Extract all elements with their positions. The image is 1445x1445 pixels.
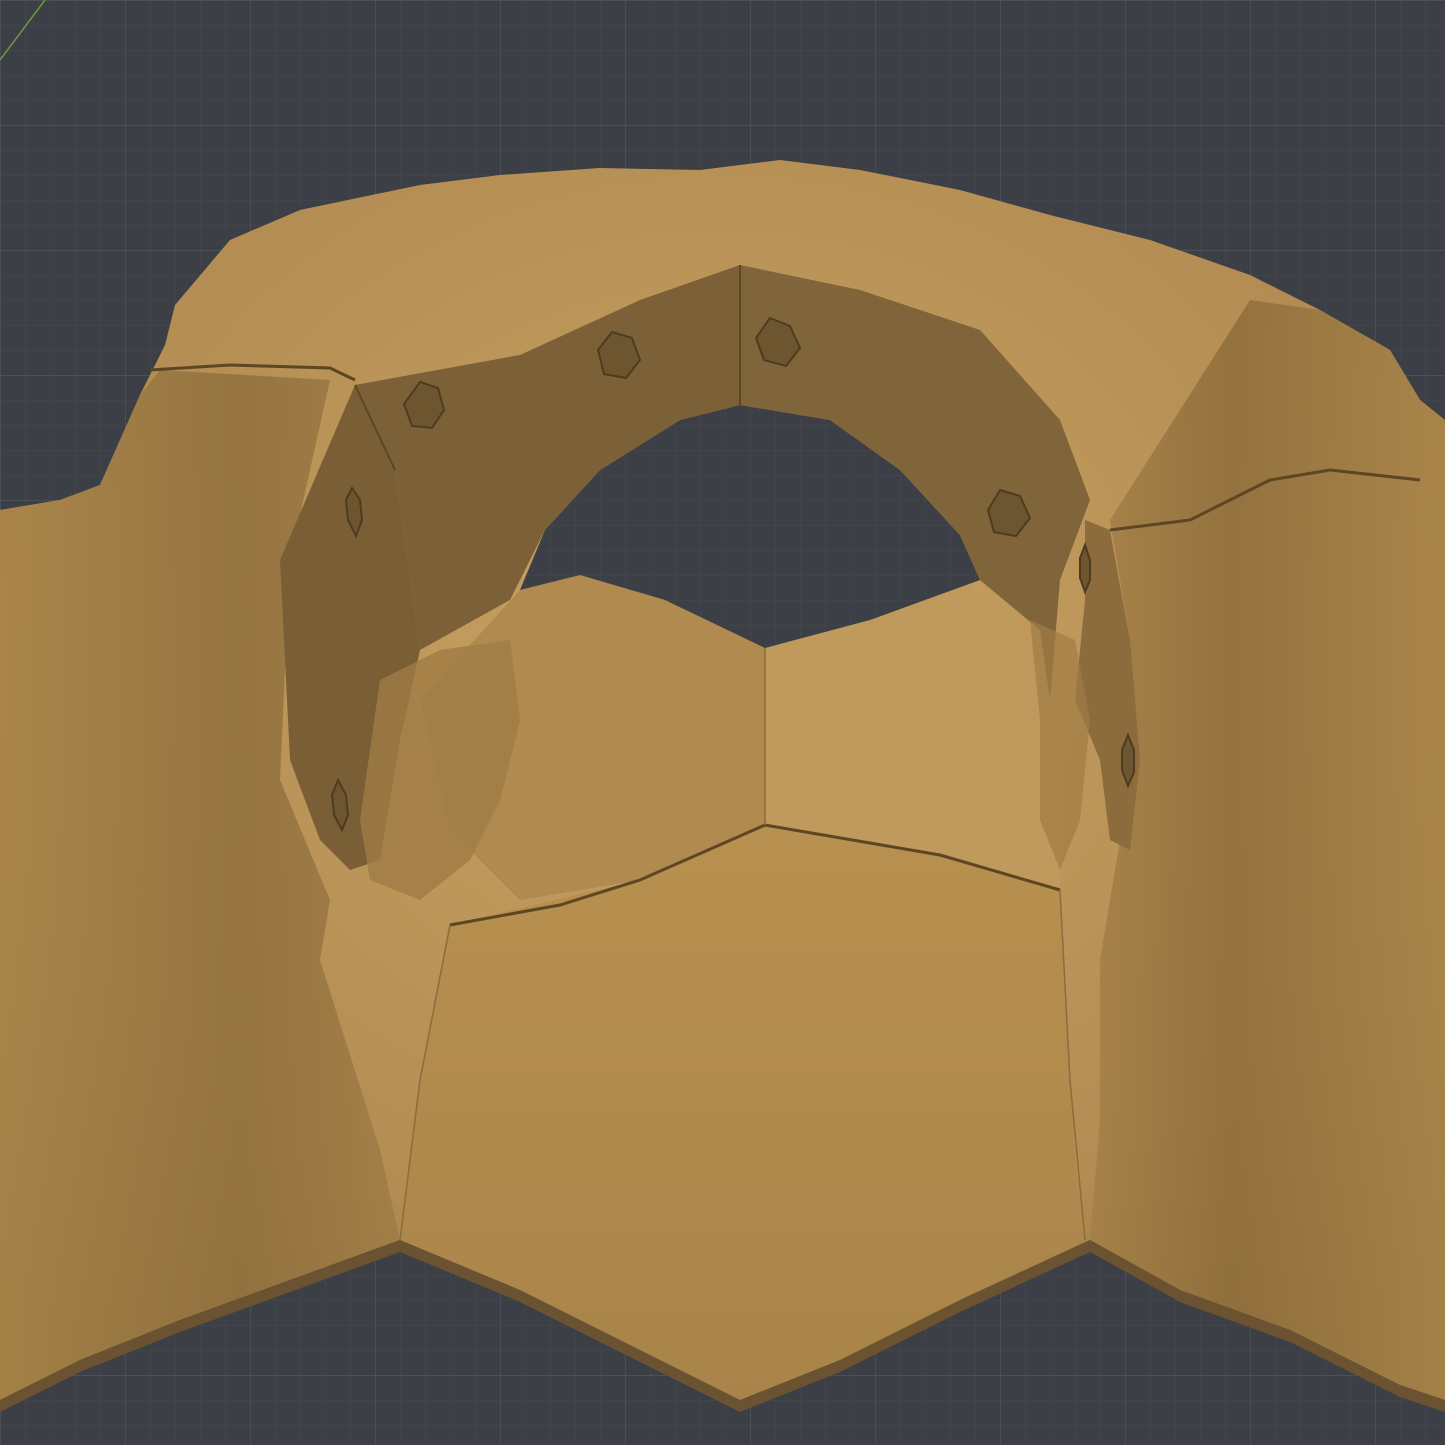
terrain-model[interactable] (0, 160, 1445, 1412)
viewport-canvas[interactable] (0, 0, 1445, 1445)
3d-viewport[interactable] (0, 0, 1445, 1445)
